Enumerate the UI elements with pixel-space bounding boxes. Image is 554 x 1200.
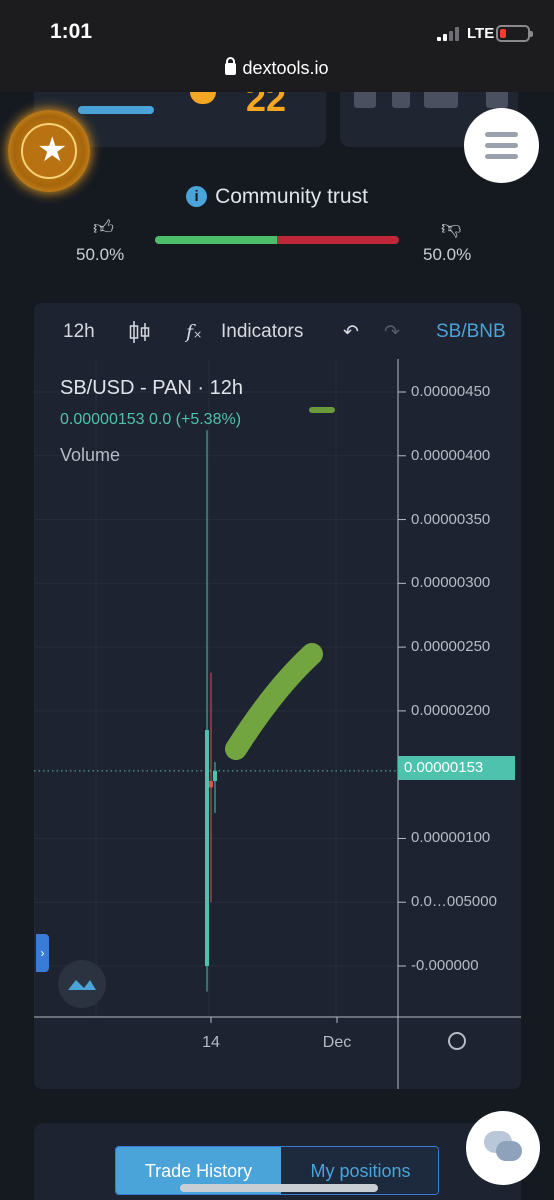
last-price-tag: 0.00000153 xyxy=(398,756,515,780)
lock-icon xyxy=(225,57,237,75)
y-axis-label: 0.00000200 xyxy=(411,701,491,719)
home-indicator xyxy=(180,1184,378,1192)
progress-bar xyxy=(78,106,154,114)
candle-body xyxy=(205,730,209,966)
y-axis-label: 0.00000450 xyxy=(411,383,491,400)
candle-body xyxy=(213,770,217,782)
undo-icon[interactable]: ↶ xyxy=(343,321,359,344)
x-axis-label: Dec xyxy=(323,1034,351,1051)
y-axis-label: 0.0…005000 xyxy=(411,893,497,911)
cubes-icon[interactable] xyxy=(424,92,458,108)
project-logo: ★ xyxy=(8,110,90,192)
green-scribble-mark xyxy=(225,643,323,760)
tradingview-logo-icon[interactable] xyxy=(58,960,106,1008)
volume-label: Volume xyxy=(60,445,121,465)
function-icon[interactable]: f× xyxy=(186,321,202,343)
y-axis-label: -0.000000 xyxy=(411,957,479,974)
community-trust-heading: i Community trust xyxy=(0,185,554,209)
candle-body xyxy=(209,781,213,788)
interval-selector[interactable]: 12h xyxy=(63,321,95,343)
candles-style-icon[interactable] xyxy=(128,319,152,345)
y-axis-label: 0.00000250 xyxy=(411,638,491,656)
wallet-icon[interactable] xyxy=(486,92,508,108)
score-value: 22 xyxy=(246,92,287,119)
thumbs-down-icon[interactable]: 👎︎ xyxy=(441,216,461,240)
chevron-right-icon[interactable]: › xyxy=(36,934,49,972)
thumbs-up-icon[interactable]: 👍︎ xyxy=(93,216,114,240)
status-bar: 1:01 LTE dextools.io xyxy=(0,0,554,92)
likes-percentage: 50.0% xyxy=(76,245,125,264)
menu-line-icon xyxy=(485,154,518,159)
url-text: dextools.io xyxy=(242,58,329,78)
trust-bar xyxy=(155,236,399,244)
plus-icon[interactable] xyxy=(354,92,376,108)
y-axis-label: 0.00000100 xyxy=(411,829,491,847)
square-icon[interactable] xyxy=(392,92,410,108)
chart-quote: 0.00000153 0.0 (+5.38%) xyxy=(60,411,242,428)
chart-panel: 12h f× Indicators ↶ ↷ SB/BNB 14 Dec SB/US… xyxy=(34,303,521,1089)
y-axis-label: 0.00000300 xyxy=(411,574,491,592)
pair-switch-button[interactable]: SB/BNB xyxy=(436,321,506,343)
x-axis-label: 14 xyxy=(202,1034,220,1051)
network-label: LTE xyxy=(467,25,495,42)
menu-button[interactable] xyxy=(464,108,539,183)
signal-icon xyxy=(437,27,463,41)
battery-icon xyxy=(496,25,533,42)
price-chart[interactable]: 14 Dec xyxy=(34,359,521,1089)
menu-line-icon xyxy=(485,132,518,137)
status-time: 1:01 xyxy=(50,20,93,43)
redo-icon[interactable]: ↷ xyxy=(384,321,400,344)
settings-gear-icon xyxy=(448,1032,466,1050)
indicators-button[interactable]: Indicators xyxy=(221,321,303,343)
address-bar[interactable]: dextools.io xyxy=(0,57,554,79)
y-axis-label: 0.00000400 xyxy=(411,446,491,464)
chart-ticker: SB/USD - PAN · 12h xyxy=(60,377,244,399)
coin-icon xyxy=(190,92,216,104)
y-axis-label: 0.00000350 xyxy=(411,510,491,528)
menu-line-icon xyxy=(485,143,518,148)
info-icon[interactable]: i xyxy=(186,186,208,207)
dislikes-percentage: 50.0% xyxy=(423,245,472,264)
chat-button[interactable] xyxy=(466,1111,540,1185)
